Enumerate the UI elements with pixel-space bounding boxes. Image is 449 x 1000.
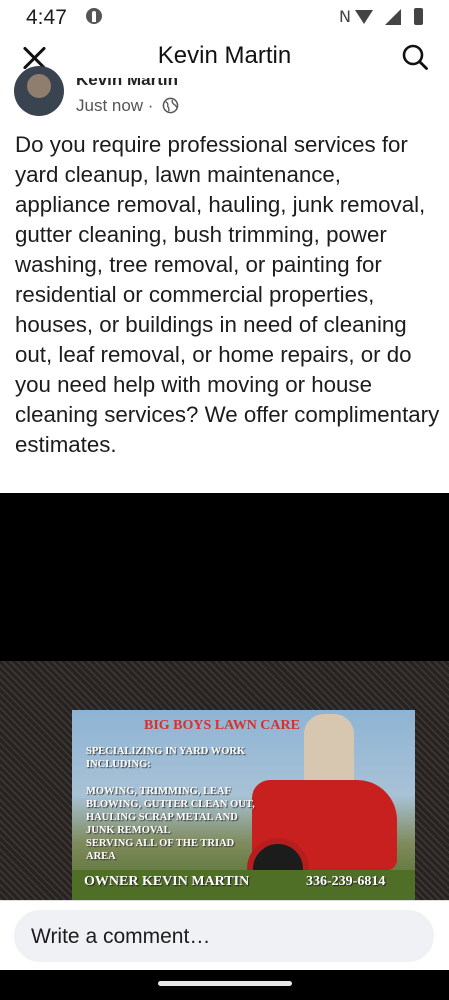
card-line: AREA — [86, 851, 116, 862]
post-text: Do you require professional services for… — [15, 132, 440, 457]
card-line: INCLUDING: — [86, 759, 151, 770]
signal-icon — [385, 9, 401, 25]
post-meta: Just now · — [76, 96, 179, 116]
avatar[interactable] — [14, 66, 64, 116]
search-icon[interactable] — [401, 43, 429, 71]
card-line: MOWING, TRIMMING, LEAF — [86, 786, 232, 797]
app-bar: Kevin Martin — [0, 36, 449, 80]
card-line: HAULING SCRAP METAL AND — [86, 812, 238, 823]
card-line: BLOWING, GUTTER CLEAN OUT, — [86, 799, 255, 810]
card-title: BIG BOYS LAWN CARE — [144, 718, 300, 733]
business-card: BIG BOYS LAWN CARE SPECIALIZING IN YARD … — [72, 710, 415, 900]
status-time: 4:47 — [26, 6, 67, 29]
nfc-icon: N — [339, 7, 351, 26]
comment-bar: Write a comment… — [0, 900, 449, 970]
home-gesture-handle[interactable] — [158, 981, 292, 986]
card-phone: 336-239-6814 — [306, 874, 386, 889]
page-title: Kevin Martin — [157, 42, 292, 69]
system-nav-bar — [0, 970, 449, 1000]
facebook-notification-icon — [86, 8, 102, 24]
status-bar: 4:47 N — [0, 0, 449, 36]
battery-icon — [414, 8, 423, 25]
card-line: SPECIALIZING IN YARD WORK — [86, 746, 246, 757]
card-owner: OWNER KEVIN MARTIN — [84, 874, 250, 889]
card-line: JUNK REMOVAL — [86, 825, 171, 836]
post-timestamp[interactable]: Just now · — [76, 96, 153, 115]
comment-placeholder[interactable]: Write a comment… — [31, 925, 210, 949]
globe-icon — [162, 97, 179, 114]
wifi-icon — [355, 10, 373, 24]
post-image[interactable]: BIG BOYS LAWN CARE SPECIALIZING IN YARD … — [0, 493, 449, 900]
card-line: SERVING ALL OF THE TRIAD — [86, 838, 235, 849]
